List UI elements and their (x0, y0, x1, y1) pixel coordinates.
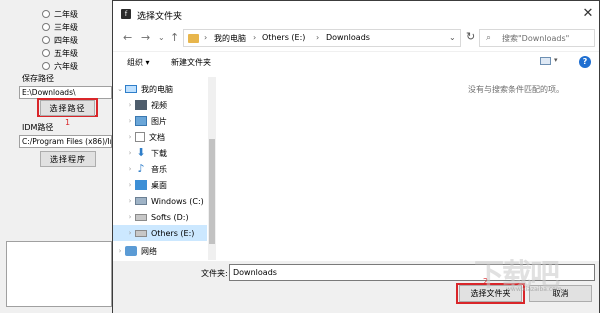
chevron-right-icon[interactable]: › (125, 181, 135, 189)
file-list[interactable]: 没有与搜索条件匹配的项。 (218, 77, 599, 260)
chevron-down-icon[interactable]: ▾ (554, 56, 558, 64)
chevron-right-icon[interactable]: › (125, 149, 135, 157)
dialog-titlebar: f 选择文件夹 ✕ (113, 1, 599, 27)
help-icon[interactable]: ? (579, 56, 591, 68)
radio-icon[interactable] (42, 23, 50, 31)
chevron-right-icon[interactable]: › (316, 33, 319, 42)
refresh-icon[interactable]: ↻ (466, 30, 475, 43)
dialog-title: 选择文件夹 (137, 12, 183, 22)
empty-message: 没有与搜索条件匹配的项。 (468, 85, 564, 94)
chevron-right-icon[interactable]: › (115, 247, 125, 255)
up-folder-icon[interactable]: ↑ (170, 32, 179, 44)
tree-item-drive-c[interactable]: › Windows (C:) (125, 193, 207, 209)
breadcrumb-downloads[interactable]: Downloads (326, 33, 370, 42)
drive-icon (135, 213, 147, 221)
breadcrumb-computer[interactable]: 我的电脑 (214, 33, 246, 44)
grade-radio-6[interactable]: 六年级 (42, 60, 78, 72)
tree-item-pictures[interactable]: › 图片 (125, 113, 207, 129)
documents-icon (135, 132, 145, 142)
back-icon[interactable]: ← (123, 32, 132, 44)
chevron-right-icon[interactable]: › (125, 101, 135, 109)
search-input[interactable]: ⌕ 搜索"Downloads" (479, 29, 595, 47)
chevron-right-icon[interactable]: › (125, 213, 135, 221)
new-folder-button[interactable]: 新建文件夹 (171, 57, 211, 68)
grade-radio-5[interactable]: 五年级 (42, 47, 78, 59)
chevron-right-icon[interactable]: › (125, 117, 135, 125)
close-icon[interactable]: ✕ (579, 5, 597, 23)
folder-label: 文件夹: (201, 269, 228, 278)
tree-item-downloads[interactable]: › ⬇ 下载 (125, 145, 207, 161)
choose-path-button[interactable]: 选择路径 (40, 100, 95, 116)
music-icon: ♪ (137, 162, 145, 175)
tree-item-music[interactable]: › ♪ 音乐 (125, 161, 207, 177)
choose-program-button[interactable]: 选择程序 (40, 151, 96, 167)
search-icon: ⌕ (486, 33, 492, 43)
annotation-step-1: 1 (65, 118, 71, 127)
chevron-down-icon[interactable]: ⌄ (449, 33, 456, 42)
radio-icon[interactable] (42, 10, 50, 18)
pictures-icon (135, 116, 147, 126)
forward-icon[interactable]: → (141, 32, 150, 44)
watermark-url: www.xiazaiba.com (506, 286, 562, 293)
tree-item-network[interactable]: › 网络 (115, 243, 207, 259)
folder-icon (188, 34, 199, 43)
grade-radio-3[interactable]: 三年级 (42, 21, 78, 33)
computer-icon (125, 85, 137, 93)
scrollbar-thumb[interactable] (209, 139, 215, 244)
tree-item-computer[interactable]: ⌄ 我的电脑 (115, 81, 207, 97)
grade-radio-4[interactable]: 四年级 (42, 34, 78, 46)
radio-icon[interactable] (42, 62, 50, 70)
app-icon: f (121, 9, 131, 19)
recent-locations-icon[interactable]: ⌄ (158, 32, 165, 44)
chevron-right-icon[interactable]: › (125, 229, 135, 237)
tree-item-drive-e[interactable]: › Others (E:) (113, 225, 207, 241)
idm-path-field[interactable]: C:/Program Files (x86)/Ir (19, 135, 112, 148)
chevron-right-icon[interactable]: › (204, 33, 207, 42)
chevron-right-icon[interactable]: › (125, 133, 135, 141)
tree-item-documents[interactable]: › 文档 (125, 129, 207, 145)
radio-icon[interactable] (42, 49, 50, 57)
search-placeholder: 搜索"Downloads" (502, 34, 570, 43)
drive-icon (135, 197, 147, 205)
tree-item-desktop[interactable]: › 桌面 (125, 177, 207, 193)
drive-icon (135, 229, 147, 237)
navigation-bar: ← → ⌄ ↑ › 我的电脑 › Others (E:) › Downloads… (113, 27, 599, 49)
chevron-right-icon[interactable]: › (125, 197, 135, 205)
nav-scrollbar[interactable] (208, 77, 216, 260)
log-textarea[interactable] (6, 241, 112, 307)
organize-menu[interactable]: 组织 ▾ (127, 57, 150, 68)
command-bar: 组织 ▾ 新建文件夹 ▾ ? (113, 51, 599, 73)
tree-item-videos[interactable]: › 视频 (125, 97, 207, 113)
download-icon: ⬇ (136, 146, 146, 159)
tree-item-drive-d[interactable]: › Softs (D:) (125, 209, 207, 225)
grade-radio-2[interactable]: 二年级 (42, 8, 78, 20)
navigation-pane: ⌄ 我的电脑 › 视频 › 图片 › 文档 › ⬇ 下载 › ♪ 音乐 › 桌面… (113, 77, 216, 260)
idm-path-label: IDM路径 (22, 123, 54, 132)
video-icon (135, 100, 147, 110)
view-options-icon[interactable] (540, 57, 551, 65)
chevron-right-icon[interactable]: › (253, 33, 256, 42)
desktop-icon (135, 180, 147, 190)
address-bar[interactable]: › 我的电脑 › Others (E:) › Downloads ⌄ (183, 29, 461, 47)
network-icon (125, 246, 137, 256)
chevron-right-icon[interactable]: › (125, 165, 135, 173)
save-path-label: 保存路径 (22, 74, 54, 83)
radio-icon[interactable] (42, 36, 50, 44)
breadcrumb-drive-e[interactable]: Others (E:) (262, 33, 305, 42)
chevron-down-icon[interactable]: ⌄ (115, 85, 125, 93)
settings-panel: 二年级 三年级 四年级 五年级 六年级 保存路径 E:\Downloads\ 选… (0, 0, 112, 313)
